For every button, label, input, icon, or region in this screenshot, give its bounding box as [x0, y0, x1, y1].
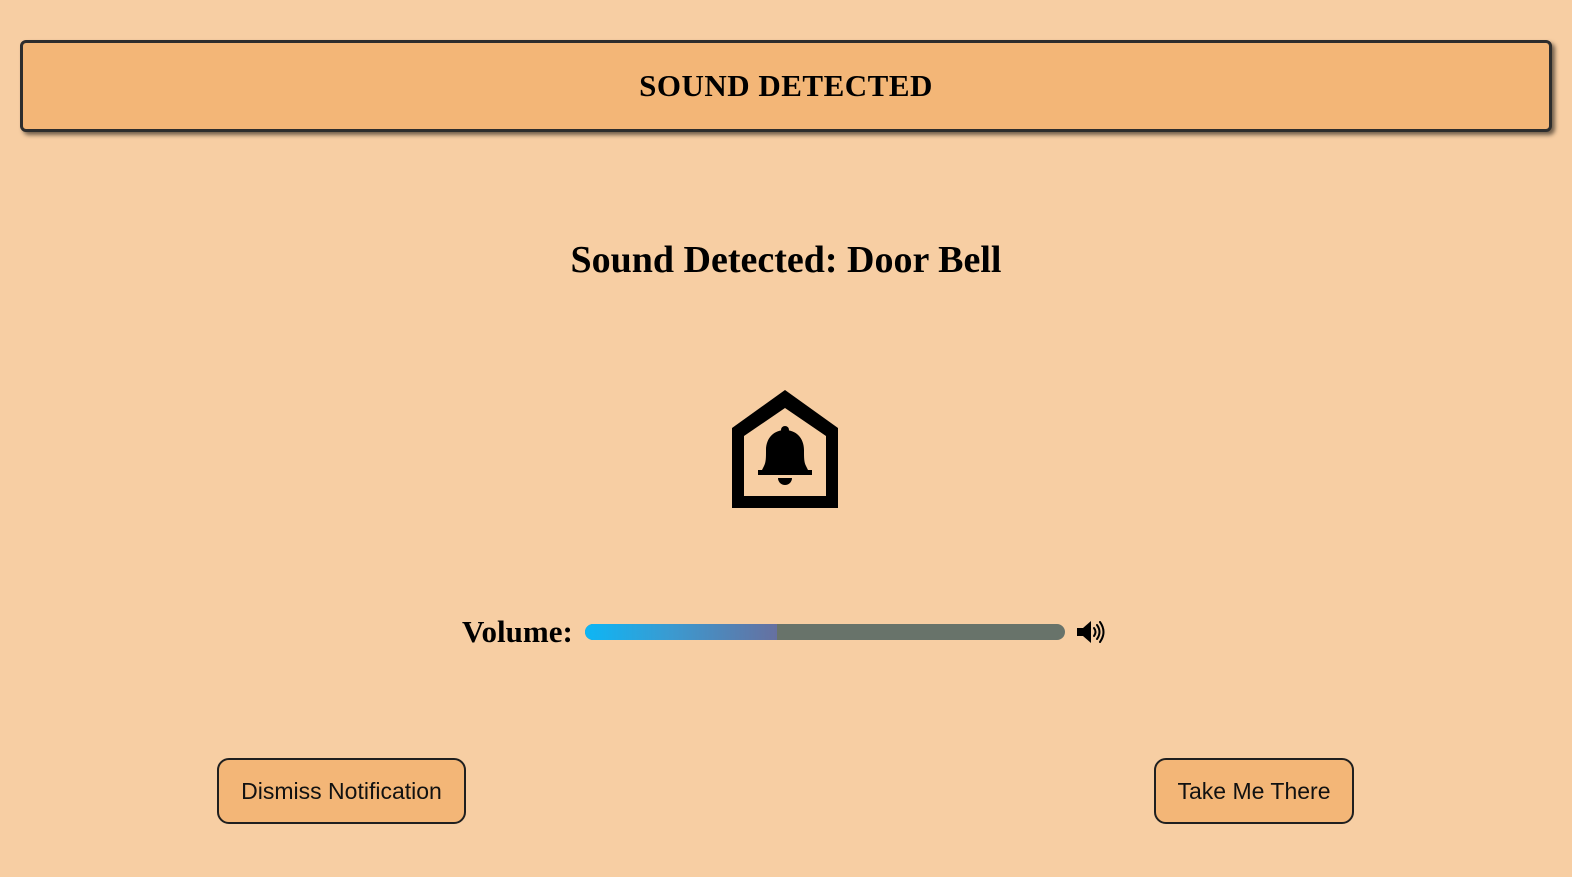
- volume-control: Volume:: [462, 612, 1107, 652]
- volume-label: Volume:: [462, 614, 573, 649]
- doorbell-home-icon: [732, 390, 838, 508]
- take-me-there-button[interactable]: Take Me There: [1154, 758, 1354, 824]
- banner-title: SOUND DETECTED: [639, 68, 933, 103]
- header-banner: SOUND DETECTED: [20, 40, 1552, 132]
- volume-slider[interactable]: [584, 624, 1065, 640]
- sound-detected-headline: Sound Detected: Door Bell: [570, 239, 1002, 281]
- dismiss-notification-button[interactable]: Dismiss Notification: [217, 758, 466, 824]
- volume-slider-fill: [584, 624, 777, 640]
- speaker-volume-icon[interactable]: [1075, 618, 1107, 646]
